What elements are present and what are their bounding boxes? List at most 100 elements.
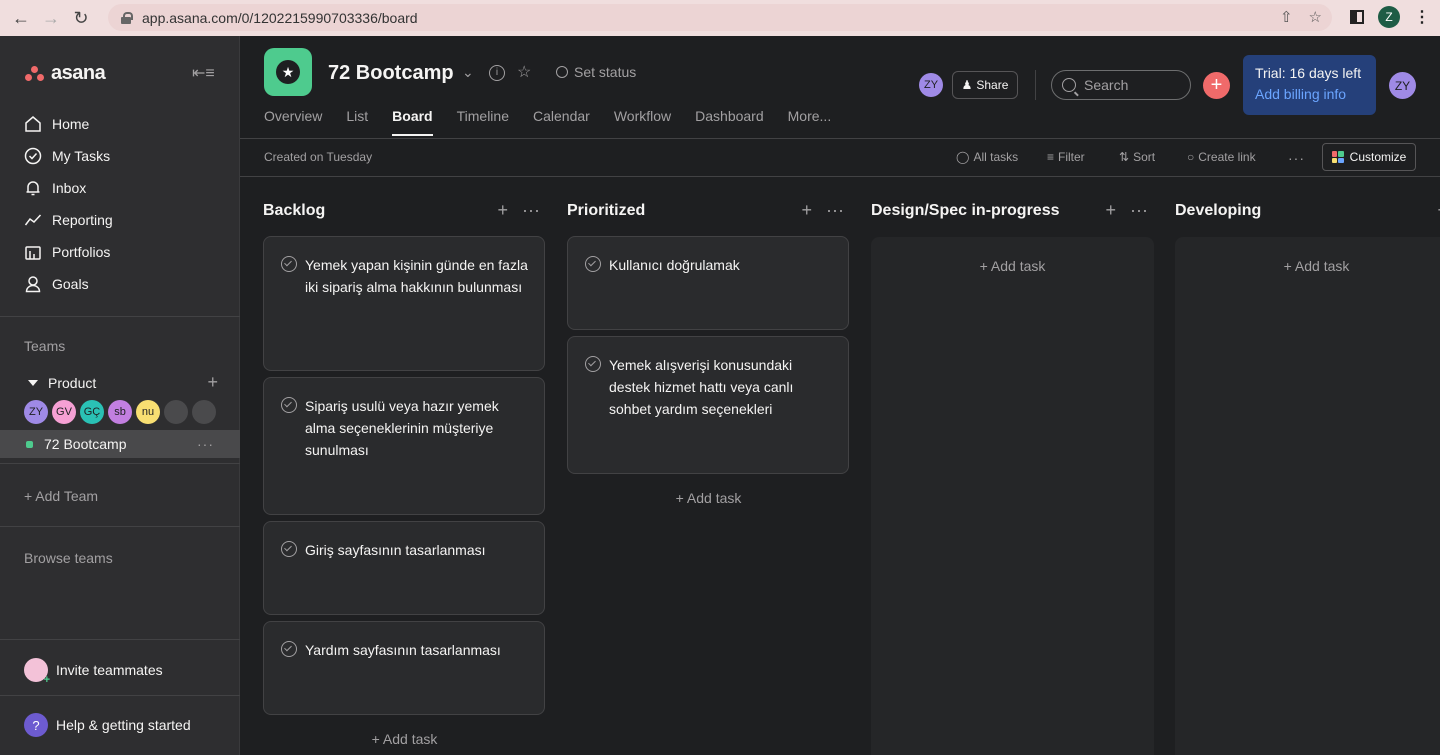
nav-reporting[interactable]: Reporting	[24, 209, 113, 231]
column-title[interactable]: Backlog	[263, 202, 325, 220]
column-header[interactable]: Design/Spec in-progress + ···	[871, 200, 1154, 221]
project-color-swatch	[26, 440, 33, 448]
task-card[interactable]: Yemek alışverişi konusundaki destek hizm…	[567, 336, 849, 474]
nav-goals[interactable]: Goals	[24, 273, 89, 295]
tab-board[interactable]: Board	[392, 108, 434, 136]
quick-add-button[interactable]: +	[1203, 72, 1230, 99]
column-title[interactable]: Design/Spec in-progress	[871, 202, 1060, 220]
share-button[interactable]: ♟ Share	[952, 71, 1018, 99]
collapse-sidebar-icon[interactable]: ⇤≡	[192, 63, 215, 83]
all-tasks-button[interactable]: ◯ All tasks	[956, 150, 1018, 164]
teams-heading[interactable]: Teams	[24, 338, 65, 354]
complete-check-icon[interactable]	[281, 541, 297, 557]
invite-teammates-button[interactable]: Invite teammates	[24, 658, 163, 686]
add-task-icon[interactable]: +	[1106, 200, 1117, 221]
column-body: + Add task	[1175, 237, 1440, 755]
help-button[interactable]: ? Help & getting started	[24, 713, 191, 737]
search-input[interactable]: Search	[1051, 70, 1191, 100]
address-bar[interactable]: app.asana.com/0/1202215990703336/board ⇧…	[108, 4, 1332, 31]
add-team-button[interactable]: + Add Team	[24, 488, 98, 504]
column-header[interactable]: Backlog + ···	[263, 200, 546, 221]
avatar[interactable]: sb	[108, 400, 132, 424]
avatar[interactable]: ZY	[24, 400, 48, 424]
tab-more[interactable]: More...	[788, 108, 832, 132]
complete-check-icon[interactable]	[281, 397, 297, 413]
set-status-button[interactable]: Set status	[556, 64, 636, 80]
reload-icon[interactable]: ↻	[66, 8, 96, 29]
column-header[interactable]: Developing + ···	[1175, 200, 1440, 220]
task-card[interactable]: Sipariş usulü veya hazır yemek alma seçe…	[263, 377, 545, 515]
sort-button[interactable]: ⇅ Sort	[1119, 150, 1155, 164]
nav-inbox[interactable]: Inbox	[24, 177, 86, 199]
avatar[interactable]	[192, 400, 216, 424]
favorite-star-icon[interactable]: ☆	[517, 62, 531, 82]
chevron-down-icon[interactable]: ⌄	[462, 64, 474, 81]
task-card[interactable]: Kullanıcı doğrulamak	[567, 236, 849, 330]
help-label: Help & getting started	[56, 717, 191, 733]
add-task-icon[interactable]: +	[498, 200, 509, 221]
complete-check-icon[interactable]	[281, 256, 297, 272]
team-product[interactable]: Product +	[28, 372, 218, 393]
create-link-button[interactable]: ○ Create link	[1187, 150, 1256, 164]
chevron-down-icon[interactable]	[28, 379, 38, 386]
more-options-icon[interactable]: ···	[1130, 200, 1148, 221]
asana-logo[interactable]: asana	[25, 62, 106, 85]
more-options-icon[interactable]: ···	[522, 200, 540, 221]
tab-workflow[interactable]: Workflow	[614, 108, 671, 132]
sort-icon: ⇅	[1119, 150, 1130, 164]
tab-list[interactable]: List	[346, 108, 368, 132]
browse-teams-link[interactable]: Browse teams	[24, 550, 113, 566]
avatar[interactable]	[164, 400, 188, 424]
filter-button[interactable]: ≡ Filter	[1047, 150, 1085, 164]
browser-profile-avatar[interactable]: Z	[1378, 6, 1400, 28]
forward-icon[interactable]: →	[36, 8, 66, 29]
bookmark-star-icon[interactable]: ☆	[1309, 8, 1322, 26]
customize-button[interactable]: Customize	[1322, 143, 1416, 171]
project-header: ★ 72 Bootcamp ⌄ i ☆ Set status Overview …	[240, 36, 1440, 138]
column-title[interactable]: Prioritized	[567, 202, 645, 220]
tab-timeline[interactable]: Timeline	[457, 108, 509, 132]
trial-banner[interactable]: Trial: 16 days left Add billing info	[1243, 55, 1376, 115]
info-icon[interactable]: i	[489, 65, 505, 81]
task-card[interactable]: Yemek yapan kişinin günde en fazla iki s…	[263, 236, 545, 371]
project-icon[interactable]: ★	[264, 48, 312, 96]
nav-home[interactable]: Home	[24, 113, 89, 135]
column-title[interactable]: Developing	[1175, 202, 1261, 220]
add-task-button[interactable]: + Add task	[567, 490, 850, 506]
add-billing-link[interactable]: Add billing info	[1255, 86, 1364, 102]
star-icon: ★	[276, 60, 300, 84]
add-task-button[interactable]: + Add task	[1175, 258, 1440, 274]
complete-check-icon[interactable]	[585, 356, 601, 372]
user-avatar[interactable]: ZY	[1389, 72, 1416, 99]
sidebar-divider	[0, 463, 240, 464]
complete-check-icon[interactable]	[585, 256, 601, 272]
add-task-button[interactable]: + Add task	[263, 731, 546, 747]
browser-menu-icon[interactable]: ⋮	[1414, 7, 1430, 27]
nav-portfolios[interactable]: Portfolios	[24, 241, 110, 263]
all-tasks-label: All tasks	[973, 150, 1019, 164]
add-task-icon[interactable]: +	[802, 200, 813, 221]
add-project-icon[interactable]: +	[207, 372, 218, 393]
avatar[interactable]: ZY	[919, 73, 943, 97]
task-card[interactable]: Yardım sayfasının tasarlanması	[263, 621, 545, 715]
tab-overview[interactable]: Overview	[264, 108, 322, 132]
back-icon[interactable]: ←	[6, 8, 36, 29]
more-options-icon[interactable]: ···	[1288, 150, 1305, 166]
tab-dashboard[interactable]: Dashboard	[695, 108, 764, 132]
avatar[interactable]: nu	[136, 400, 160, 424]
page-title[interactable]: 72 Bootcamp	[328, 62, 454, 85]
complete-check-icon[interactable]	[281, 641, 297, 657]
column-header[interactable]: Prioritized + ···	[567, 200, 850, 221]
tab-calendar[interactable]: Calendar	[533, 108, 590, 132]
more-options-icon[interactable]: ···	[826, 200, 844, 221]
task-name: Yemek alışverişi konusundaki destek hizm…	[609, 357, 794, 417]
avatar[interactable]: GÇ	[80, 400, 104, 424]
sidebar-toggle-icon[interactable]	[1350, 10, 1364, 24]
share-page-icon[interactable]: ⇧	[1280, 8, 1293, 26]
add-task-button[interactable]: + Add task	[871, 258, 1154, 274]
sidebar-project-72-bootcamp[interactable]: 72 Bootcamp ···	[0, 430, 240, 458]
avatar[interactable]: GV	[52, 400, 76, 424]
more-options-icon[interactable]: ···	[197, 436, 214, 452]
nav-my-tasks[interactable]: My Tasks	[24, 145, 110, 167]
task-card[interactable]: Giriş sayfasının tasarlanması	[263, 521, 545, 615]
